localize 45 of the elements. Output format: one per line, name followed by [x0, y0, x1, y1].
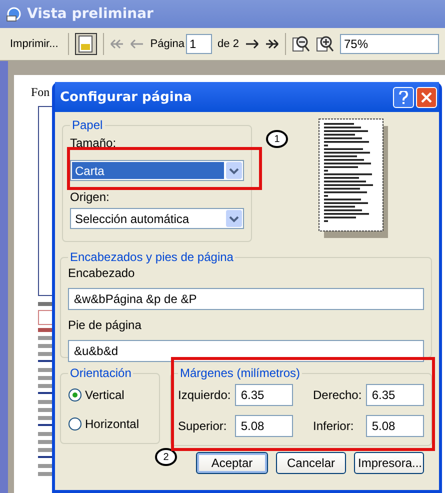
next-page-icon[interactable]: [244, 39, 259, 49]
size-dropdown[interactable]: Carta: [70, 160, 244, 181]
field-label: Origen:: [70, 190, 110, 204]
page-setup-icon[interactable]: [75, 33, 98, 55]
margin-field[interactable]: 5.08: [234, 415, 293, 437]
page-count: de 2: [218, 38, 239, 50]
margin-label: Inferior:: [312, 419, 355, 433]
header-field[interactable]: &w&bPágina &p de &P: [68, 288, 424, 310]
orientation-radio[interactable]: Vertical: [68, 382, 152, 408]
zoom-in-icon[interactable]: [316, 35, 334, 53]
group-legend: Papel: [70, 118, 105, 132]
field-label: Tamaño:: [70, 136, 118, 150]
source-dropdown[interactable]: Selección automática: [70, 208, 244, 229]
close-icon: [421, 92, 432, 102]
dialog-button[interactable]: Impresora...: [354, 452, 424, 474]
margin-field[interactable]: 6.35: [234, 384, 293, 406]
footer-field[interactable]: &u&b&d: [68, 340, 424, 362]
dialog-button[interactable]: Aceptar: [196, 452, 268, 474]
field-label: Encabezado: [68, 266, 136, 280]
margin-label: Derecho:: [312, 388, 362, 402]
orientation-radio[interactable]: Horizontal: [68, 412, 152, 437]
dialog-title: Configurar página: [60, 90, 192, 104]
field-label: Pie de página: [68, 318, 142, 332]
help-button[interactable]: [393, 86, 414, 108]
margin-field[interactable]: 5.08: [366, 415, 424, 437]
annotation-marker: 1: [266, 130, 288, 148]
page-label: Página: [150, 38, 185, 50]
annotation-marker: 2: [155, 448, 177, 466]
group-legend: Márgenes (milímetros): [178, 366, 302, 380]
last-page-icon[interactable]: [264, 39, 279, 49]
zoom-out-icon[interactable]: [292, 35, 310, 53]
browser-icon: [6, 6, 22, 22]
page-number-field[interactable]: 1: [186, 34, 212, 54]
print-button[interactable]: Imprimir...: [6, 38, 62, 50]
group-legend: Orientación: [68, 366, 134, 380]
help-icon: [399, 90, 408, 104]
close-button[interactable]: [416, 86, 437, 108]
page-heading: Fon: [31, 85, 50, 100]
margin-field[interactable]: 6.35: [366, 384, 424, 406]
window-title: Vista preliminar: [27, 6, 154, 22]
group-legend: Encabezados y pies de página: [68, 250, 236, 264]
dialog-button[interactable]: Cancelar: [276, 452, 346, 474]
zoom-field[interactable]: 75%: [340, 34, 439, 54]
margin-label: Izquierdo:: [178, 388, 231, 402]
margin-label: Superior:: [178, 419, 228, 433]
